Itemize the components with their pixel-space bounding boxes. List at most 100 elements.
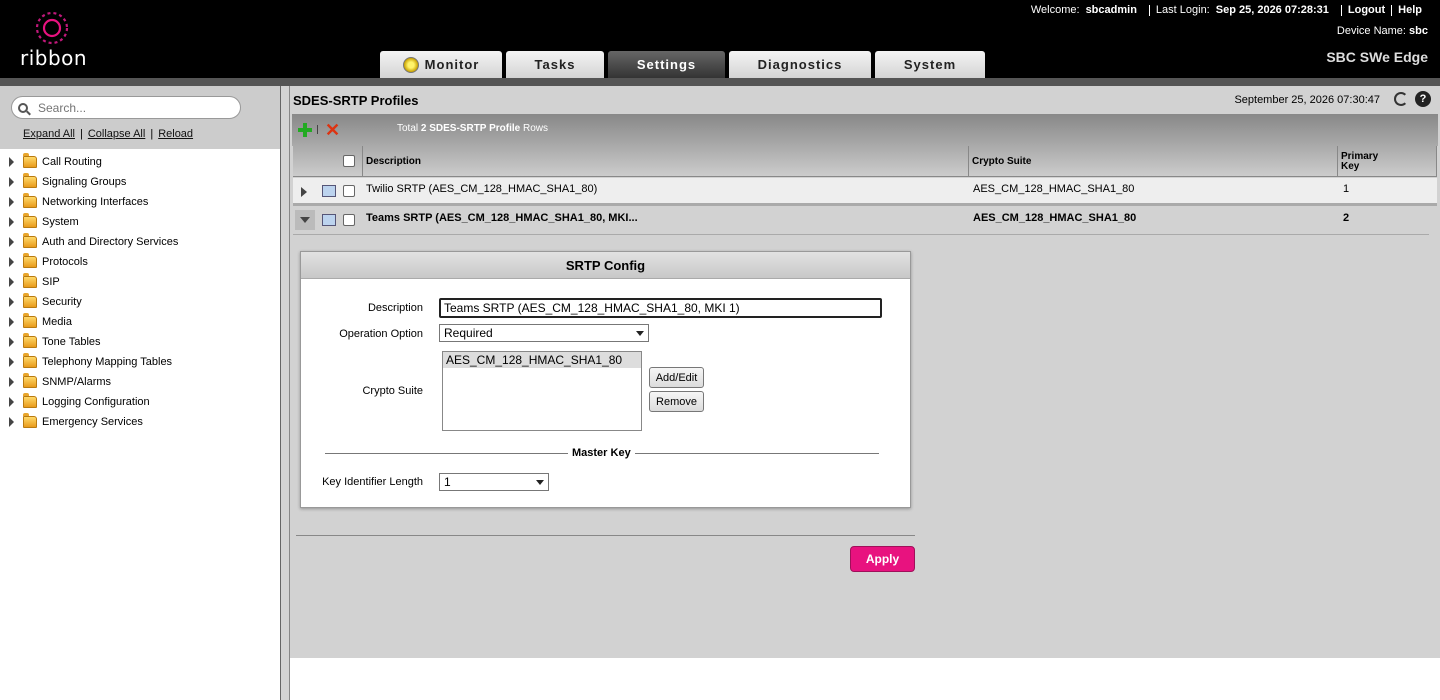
- tree-item-protocols[interactable]: Protocols: [0, 252, 280, 272]
- expand-arrow-icon[interactable]: [9, 217, 14, 227]
- refresh-icon[interactable]: [1394, 92, 1408, 106]
- folder-icon: [23, 213, 37, 228]
- description-input[interactable]: [439, 298, 882, 318]
- description-column-header[interactable]: Description: [363, 146, 969, 177]
- expand-arrow-icon[interactable]: [9, 177, 14, 187]
- last-login-label: Last Login:: [1155, 4, 1210, 16]
- tree-item-emergency-services[interactable]: Emergency Services: [0, 412, 280, 432]
- delete-icon[interactable]: ✕: [325, 121, 340, 139]
- tree-item-telephony-mapping[interactable]: Telephony Mapping Tables: [0, 352, 280, 372]
- folder-icon: [23, 413, 37, 428]
- row-primary-key: 1: [1343, 183, 1350, 195]
- expand-arrow-icon[interactable]: [9, 357, 14, 367]
- expand-all-link[interactable]: Expand All: [23, 128, 75, 140]
- device-name: Device Name: sbc: [1336, 25, 1428, 37]
- master-key-heading: Master Key: [572, 447, 631, 459]
- tab-monitor[interactable]: Monitor: [380, 51, 502, 78]
- help-link[interactable]: Help: [1392, 4, 1428, 16]
- expand-arrow-icon[interactable]: [9, 397, 14, 407]
- crypto-suite-column-header[interactable]: Crypto Suite: [969, 146, 1338, 177]
- tree-item-networking-interfaces[interactable]: Networking Interfaces: [0, 192, 280, 212]
- expand-arrow-icon[interactable]: [9, 257, 14, 267]
- tree-item-snmp-alarms[interactable]: SNMP/Alarms: [0, 372, 280, 392]
- tree-item-security[interactable]: Security: [0, 292, 280, 312]
- folder-icon: [23, 373, 37, 388]
- key-identifier-length-label: Key Identifier Length: [322, 476, 423, 488]
- add-icon[interactable]: [298, 123, 312, 137]
- tree-item-call-routing[interactable]: Call Routing: [0, 152, 280, 172]
- navigation-sidebar: Expand All | Collapse All | Reload Call …: [0, 86, 280, 700]
- tab-settings[interactable]: Settings: [608, 51, 725, 78]
- tree-item-auth-directory[interactable]: Auth and Directory Services: [0, 232, 280, 252]
- navigation-tree: Call Routing Signaling Groups Networking…: [0, 152, 280, 432]
- logo-text: ribbon: [20, 46, 88, 70]
- page-datetime: September 25, 2026 07:30:47: [1234, 94, 1380, 106]
- product-name: SBC SWe Edge: [1326, 49, 1428, 65]
- search-icon: [18, 102, 28, 113]
- expand-arrow-icon[interactable]: [9, 277, 14, 287]
- welcome-label: Welcome:: [1030, 4, 1080, 16]
- add-edit-button[interactable]: Add/Edit: [649, 367, 704, 388]
- select-column-header: [293, 146, 363, 177]
- tree-actions: Expand All | Collapse All | Reload: [23, 128, 194, 140]
- row-edit-icon[interactable]: [322, 214, 336, 226]
- table-row[interactable]: Teams SRTP (AES_CM_128_HMAC_SHA1_80, MKI…: [293, 207, 1429, 235]
- tab-diagnostics[interactable]: Diagnostics: [729, 51, 871, 78]
- collapse-all-link[interactable]: Collapse All: [88, 128, 145, 140]
- row-edit-icon[interactable]: [322, 185, 336, 197]
- tab-system[interactable]: System: [875, 51, 985, 78]
- operation-option-label: Operation Option: [339, 328, 423, 340]
- row-primary-key: 2: [1343, 212, 1350, 224]
- chevron-down-icon: [636, 331, 644, 336]
- expand-arrow-icon[interactable]: [9, 237, 14, 247]
- primary-key-column-header[interactable]: Primary Key: [1338, 146, 1437, 177]
- apply-button[interactable]: Apply: [850, 546, 915, 572]
- description-label: Description: [367, 302, 423, 314]
- expand-arrow-icon[interactable]: [9, 417, 14, 427]
- main-tabs: Monitor Tasks Settings Diagnostics Syste…: [380, 51, 989, 78]
- operation-option-select[interactable]: Required: [439, 324, 649, 342]
- folder-icon: [23, 313, 37, 328]
- tree-item-media[interactable]: Media: [0, 312, 280, 332]
- row-checkbox[interactable]: [343, 214, 355, 226]
- expand-row-icon[interactable]: [301, 187, 307, 197]
- srtp-config-panel: SRTP Config Description Operation Option…: [300, 251, 911, 508]
- select-all-checkbox[interactable]: [343, 155, 355, 167]
- search-box[interactable]: [11, 96, 241, 119]
- folder-icon: [23, 333, 37, 348]
- remove-button[interactable]: Remove: [649, 391, 704, 412]
- folder-icon: [23, 293, 37, 308]
- row-description: Teams SRTP (AES_CM_128_HMAC_SHA1_80, MKI…: [366, 212, 638, 224]
- reload-link[interactable]: Reload: [158, 128, 193, 140]
- row-total: Total 2 SDES-SRTP Profile Rows: [397, 123, 548, 134]
- expand-arrow-icon[interactable]: [9, 297, 14, 307]
- help-icon[interactable]: ?: [1415, 91, 1431, 107]
- crypto-suite-list[interactable]: AES_CM_128_HMAC_SHA1_80: [442, 351, 642, 431]
- list-item[interactable]: AES_CM_128_HMAC_SHA1_80: [443, 352, 641, 368]
- sidebar-toolbar: Expand All | Collapse All | Reload: [0, 86, 280, 149]
- collapse-row-icon[interactable]: [300, 217, 310, 223]
- row-checkbox[interactable]: [343, 185, 355, 197]
- tree-item-signaling-groups[interactable]: Signaling Groups: [0, 172, 280, 192]
- expand-arrow-icon[interactable]: [9, 317, 14, 327]
- folder-icon: [23, 393, 37, 408]
- table-row[interactable]: Twilio SRTP (AES_CM_128_HMAC_SHA1_80) AE…: [293, 178, 1437, 206]
- expand-arrow-icon[interactable]: [9, 197, 14, 207]
- row-crypto-suite: AES_CM_128_HMAC_SHA1_80: [973, 183, 1135, 195]
- tree-item-system[interactable]: System: [0, 212, 280, 232]
- tree-item-tone-tables[interactable]: Tone Tables: [0, 332, 280, 352]
- row-crypto-suite: AES_CM_128_HMAC_SHA1_80: [973, 212, 1137, 224]
- search-input[interactable]: [36, 99, 226, 116]
- page-title: SDES-SRTP Profiles: [293, 93, 419, 108]
- expand-arrow-icon[interactable]: [9, 157, 14, 167]
- logout-link[interactable]: Logout: [1342, 4, 1391, 16]
- divider: [635, 453, 879, 454]
- expand-arrow-icon[interactable]: [9, 337, 14, 347]
- expand-arrow-icon[interactable]: [9, 377, 14, 387]
- key-identifier-length-select[interactable]: 1: [439, 473, 549, 491]
- folder-icon: [23, 353, 37, 368]
- tree-item-logging-configuration[interactable]: Logging Configuration: [0, 392, 280, 412]
- tab-tasks[interactable]: Tasks: [506, 51, 604, 78]
- sidebar-splitter[interactable]: [280, 86, 290, 700]
- tree-item-sip[interactable]: SIP: [0, 272, 280, 292]
